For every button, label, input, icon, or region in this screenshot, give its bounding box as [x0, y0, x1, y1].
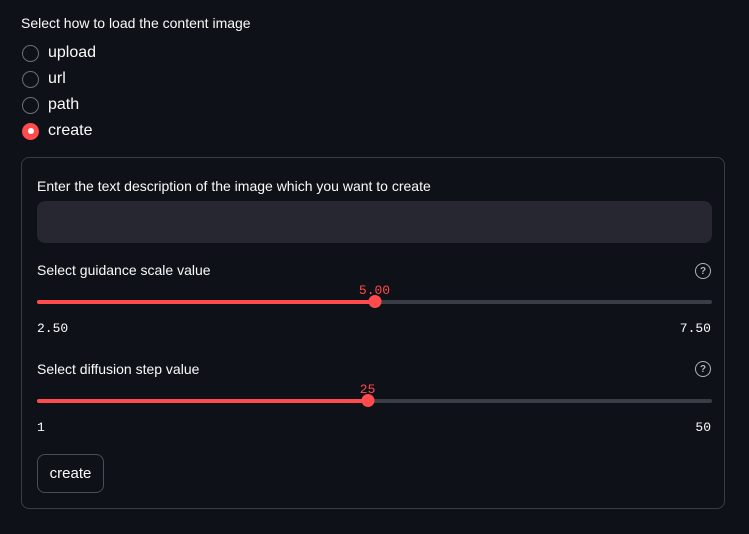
diffusion-step-label: Select diffusion step value [37, 361, 200, 377]
question-circle-icon[interactable]: ? [695, 263, 711, 279]
diffusion-step-fill [37, 399, 368, 403]
radio-button-icon[interactable] [22, 70, 39, 88]
question-circle-icon[interactable]: ? [695, 361, 711, 377]
guidance-scale-max: 7.50 [679, 321, 711, 336]
description-input[interactable] [37, 201, 712, 243]
radio-button-icon[interactable] [22, 96, 39, 114]
radio-option-label: path [48, 96, 80, 113]
guidance-scale-min: 2.50 [37, 321, 69, 336]
app-root: Select how to load the content image upl… [0, 0, 749, 534]
diffusion-step-slider[interactable]: 25 [37, 382, 712, 422]
guidance-scale-fill [37, 300, 375, 304]
diffusion-step-min: 1 [37, 420, 45, 435]
diffusion-step-track[interactable] [37, 399, 712, 403]
description-label: Enter the text description of the image … [37, 178, 431, 194]
radio-option-label: create [48, 122, 93, 139]
load-source-label: Select how to load the content image [21, 15, 251, 31]
radio-button-icon[interactable] [22, 122, 39, 140]
guidance-scale-thumb[interactable] [368, 295, 381, 308]
radio-option-create[interactable]: create [22, 118, 96, 144]
radio-button-icon[interactable] [22, 44, 39, 62]
create-button[interactable]: create [37, 454, 104, 493]
radio-dot-icon [27, 128, 34, 134]
guidance-scale-label: Select guidance scale value [37, 262, 211, 278]
radio-option-url[interactable]: url [22, 66, 96, 92]
radio-option-upload[interactable]: upload [22, 40, 96, 66]
diffusion-step-thumb[interactable] [361, 394, 375, 407]
radio-option-label: upload [48, 44, 97, 61]
create-form: Enter the text description of the image … [21, 157, 725, 509]
guidance-scale-slider[interactable]: 5.00 [37, 283, 712, 323]
radio-option-path[interactable]: path [22, 92, 96, 118]
load-source-radio-group: upload url path create [22, 40, 96, 144]
radio-option-label: url [48, 70, 66, 87]
diffusion-step-max: 50 [695, 420, 711, 435]
